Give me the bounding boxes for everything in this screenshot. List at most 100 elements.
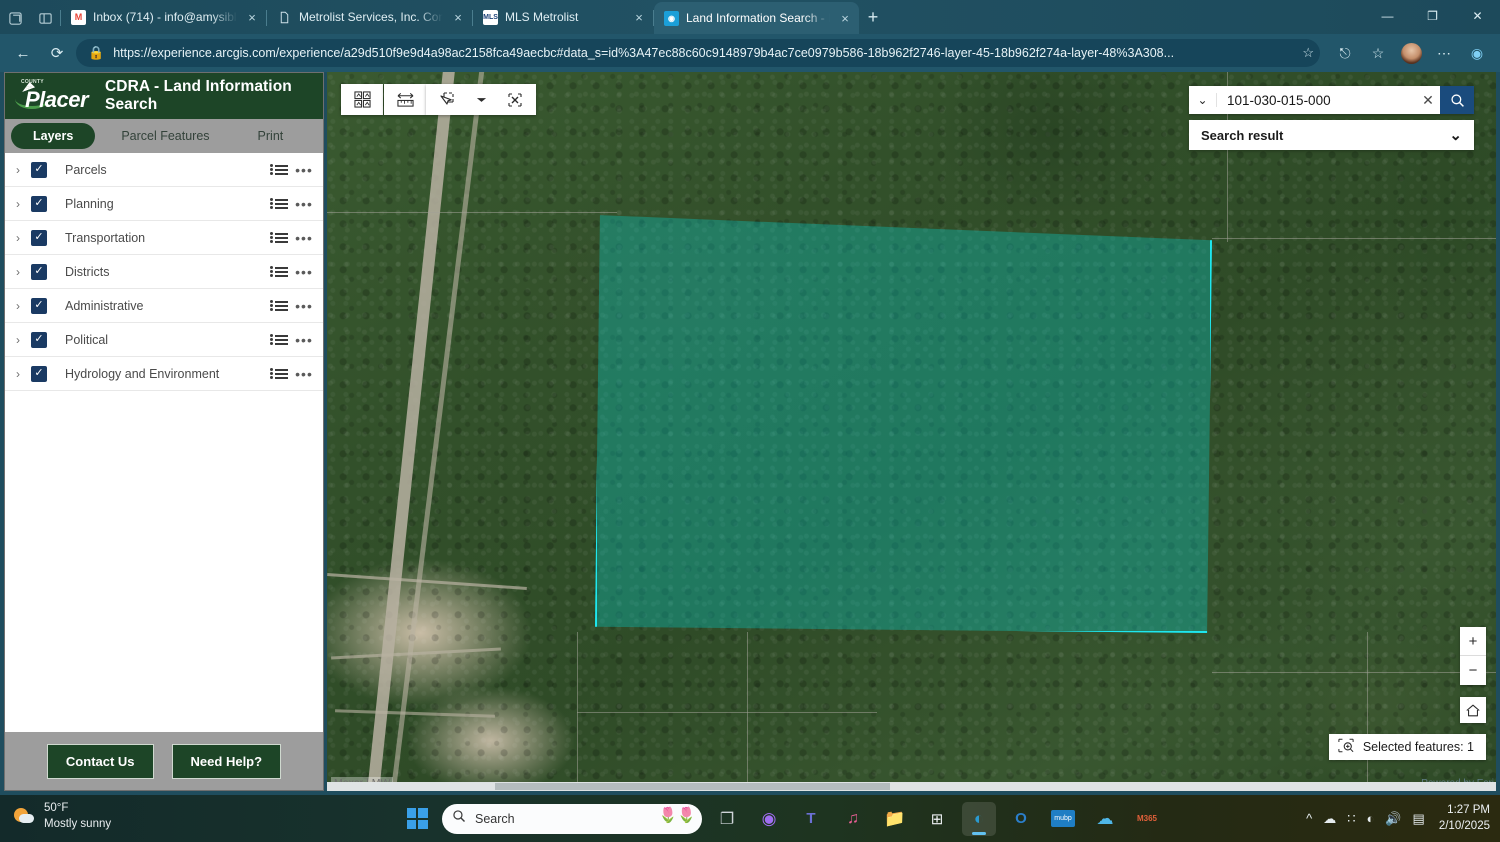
m365-icon[interactable]: M365 (1130, 802, 1164, 836)
show-hidden-icons[interactable]: ^ (1306, 811, 1312, 826)
expand-chevron-icon[interactable]: › (5, 299, 31, 313)
copilot-icon[interactable]: ◉ (1462, 38, 1492, 68)
layer-checkbox[interactable]: ✓ (31, 264, 47, 280)
layer-options-icon[interactable]: ••• (291, 298, 317, 314)
expand-chevron-icon[interactable]: › (5, 333, 31, 347)
layer-row-districts[interactable]: › ✓ Districts ••• (5, 255, 323, 289)
layer-options-icon[interactable]: ••• (291, 162, 317, 178)
copilot-icon[interactable]: ◉ (752, 802, 786, 836)
layer-row-administrative[interactable]: › ✓ Administrative ••• (5, 289, 323, 323)
maximize-button[interactable]: ❐ (1410, 0, 1455, 32)
onedrive-icon[interactable]: ☁ (1088, 802, 1122, 836)
layer-row-transportation[interactable]: › ✓ Transportation ••• (5, 221, 323, 255)
need-help-button[interactable]: Need Help? (172, 744, 282, 779)
collections-icon[interactable]: ☆ (1363, 38, 1393, 68)
horizontal-scrollbar[interactable] (327, 782, 1496, 791)
layer-options-icon[interactable]: ••• (291, 196, 317, 212)
tab-close-button[interactable]: × (450, 11, 466, 24)
expand-chevron-icon[interactable]: › (5, 265, 31, 279)
tab-close-button[interactable]: × (631, 11, 647, 24)
legend-list-icon[interactable] (269, 301, 291, 311)
minimize-button[interactable]: — (1365, 0, 1410, 32)
legend-list-icon[interactable] (269, 335, 291, 345)
teams-icon[interactable]: T (794, 802, 828, 836)
layer-checkbox[interactable]: ✓ (31, 230, 47, 246)
profile-avatar[interactable] (1396, 38, 1426, 68)
layer-row-political[interactable]: › ✓ Political ••• (5, 323, 323, 357)
browser-tab-1[interactable]: Metrolist Services, Inc. Connect × (267, 2, 472, 32)
layer-checkbox[interactable]: ✓ (31, 196, 47, 212)
layer-options-icon[interactable]: ••• (291, 366, 317, 382)
taskbar-clock[interactable]: 1:27 PM 2/10/2025 (1439, 803, 1490, 834)
legend-list-icon[interactable] (269, 199, 291, 209)
layer-options-icon[interactable]: ••• (291, 264, 317, 280)
onedrive-tray-icon[interactable]: ☁ (1323, 811, 1336, 827)
search-icon[interactable] (1440, 86, 1474, 114)
tab-layers[interactable]: Layers (11, 123, 95, 149)
weather-widget[interactable]: 50°F Mostly sunny (14, 801, 111, 832)
selected-parcel-highlight[interactable] (595, 213, 1212, 633)
select-dropdown-icon[interactable] (468, 84, 494, 115)
back-arrow-icon[interactable]: ← (8, 38, 38, 68)
layer-options-icon[interactable]: ••• (291, 230, 317, 246)
expand-chevron-icon[interactable]: › (5, 197, 31, 211)
layer-row-parcels[interactable]: › ✓ Parcels ••• (5, 153, 323, 187)
more-options-icon[interactable]: ⋯ (1429, 38, 1459, 68)
taskbar-search-box[interactable]: Search 🌷🌷 (442, 804, 702, 834)
layer-row-planning[interactable]: › ✓ Planning ••• (5, 187, 323, 221)
legend-list-icon[interactable] (269, 233, 291, 243)
search-bar[interactable]: ⌄ ✕ (1189, 86, 1474, 114)
layer-row-hydrology-and-environment[interactable]: › ✓ Hydrology and Environment ••• (5, 357, 323, 391)
search-result-panel[interactable]: Search result ⌄ (1189, 120, 1474, 150)
browser-tab-2[interactable]: MLS MLS Metrolist × (473, 2, 653, 32)
windows-start-icon[interactable] (400, 802, 434, 836)
wifi-icon[interactable]: ◐ (1366, 811, 1374, 826)
layer-checkbox[interactable]: ✓ (31, 332, 47, 348)
browser-tab-3[interactable]: ◉ Land Information Search - Public × (654, 2, 859, 34)
tab-close-button[interactable]: × (837, 12, 853, 25)
layer-checkbox[interactable]: ✓ (31, 298, 47, 314)
expand-chevron-icon[interactable]: › (5, 231, 31, 245)
address-bar[interactable]: 🔒 https://experience.arcgis.com/experien… (76, 39, 1320, 67)
search-result-chevron-icon[interactable]: ⌄ (1449, 126, 1462, 144)
zoom-in-button[interactable]: + (1460, 627, 1486, 656)
tab-close-button[interactable]: × (244, 11, 260, 24)
legend-list-icon[interactable] (269, 267, 291, 277)
layer-checkbox[interactable]: ✓ (31, 162, 47, 178)
tab-search-icon[interactable] (0, 2, 30, 34)
scrollbar-thumb[interactable] (495, 783, 890, 790)
edge-icon[interactable]: ◐ (962, 802, 996, 836)
file-explorer-icon[interactable]: 📁 (878, 802, 912, 836)
outlook-icon[interactable]: O (1004, 802, 1038, 836)
extensions-icon[interactable]: ⎋ (1330, 38, 1360, 68)
tab-parcel-features[interactable]: Parcel Features (99, 123, 231, 149)
measurement-icon[interactable] (384, 84, 426, 115)
basemap-gallery-icon[interactable] (341, 84, 383, 115)
new-tab-button[interactable]: + (859, 3, 887, 31)
reload-icon[interactable]: ⟳ (42, 38, 72, 68)
contact-us-button[interactable]: Contact Us (47, 744, 154, 779)
expand-chevron-icon[interactable]: › (5, 163, 31, 177)
close-window-button[interactable]: ✕ (1455, 0, 1500, 32)
zoom-out-button[interactable]: − (1460, 656, 1486, 685)
star-icon[interactable]: ☆ (1302, 45, 1314, 61)
layer-options-icon[interactable]: ••• (291, 332, 317, 348)
search-source-chevron-icon[interactable]: ⌄ (1189, 93, 1217, 107)
microsoft-store-icon[interactable]: ⊞ (920, 802, 954, 836)
clear-search-icon[interactable]: ✕ (1416, 92, 1440, 109)
legend-list-icon[interactable] (269, 165, 291, 175)
legend-list-icon[interactable] (269, 369, 291, 379)
clear-selection-icon[interactable] (494, 84, 536, 115)
browser-tab-0[interactable]: M Inbox (714) - info@amysibley.com × (61, 2, 266, 32)
mubp-icon[interactable]: mubp (1046, 802, 1080, 836)
map-canvas[interactable]: ⌄ ✕ Search result ⌄ + − (327, 72, 1496, 791)
tab-print[interactable]: Print (236, 123, 306, 149)
expand-chevron-icon[interactable]: › (5, 367, 31, 381)
layer-checkbox[interactable]: ✓ (31, 366, 47, 382)
volume-icon[interactable]: 🔊 (1385, 811, 1401, 827)
battery-icon[interactable]: ▤ (1413, 811, 1425, 827)
home-icon[interactable] (1460, 697, 1486, 723)
selected-features-indicator[interactable]: Selected features: 1 (1329, 734, 1486, 760)
search-input[interactable] (1217, 93, 1416, 108)
task-view-icon[interactable]: ❐ (710, 802, 744, 836)
